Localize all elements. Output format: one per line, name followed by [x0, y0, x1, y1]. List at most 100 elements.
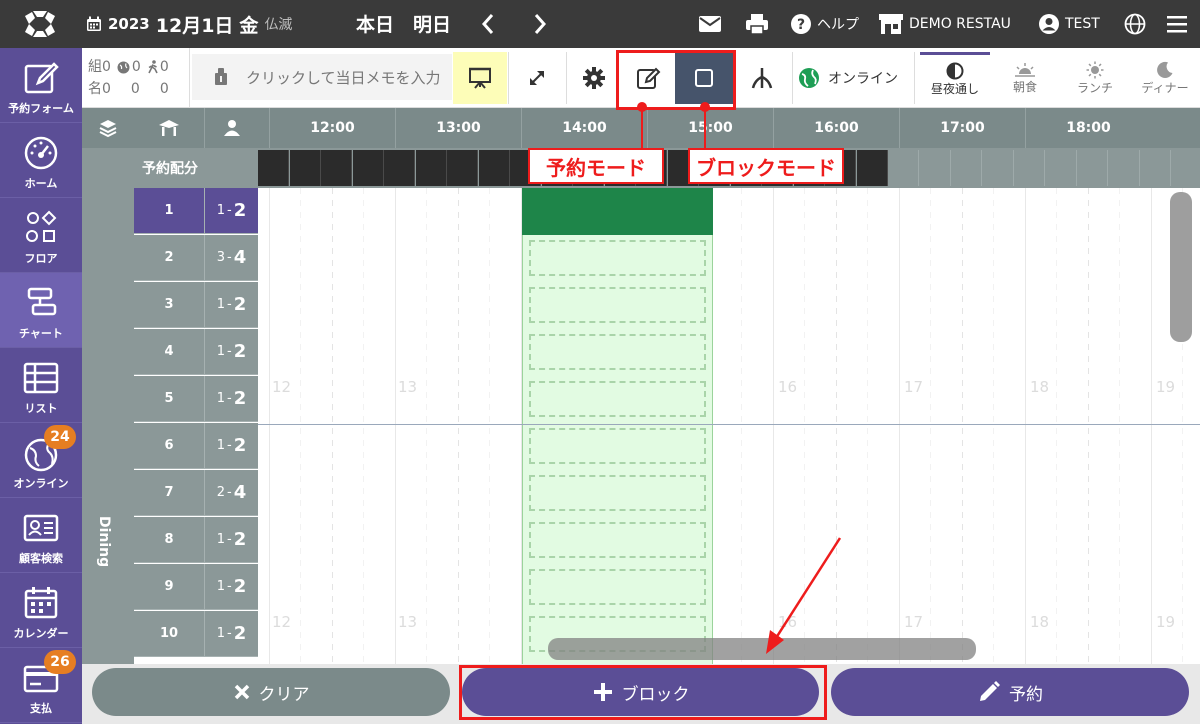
table-number[interactable]: 8: [134, 517, 204, 563]
payment-count-badge: 26: [44, 650, 76, 674]
language-button[interactable]: [1124, 12, 1146, 36]
date-display[interactable]: 2023 12月1日 金 仏滅: [86, 10, 292, 38]
people-total: 0: [102, 81, 111, 97]
annotation-arrow-icon: [766, 537, 842, 654]
meal-tab-label: ディナー: [1141, 80, 1189, 95]
allocation-cell[interactable]: [919, 150, 951, 186]
user-label: TEST: [1065, 16, 1100, 32]
table-number[interactable]: 10: [134, 611, 204, 657]
reserve-label: 予約: [1009, 684, 1043, 705]
chevron-right-icon[interactable]: [530, 10, 550, 38]
print-button[interactable]: [745, 12, 769, 36]
sidebar-item-home[interactable]: ホーム: [0, 123, 82, 198]
allocation-cell[interactable]: [258, 150, 289, 186]
sidebar-item-online[interactable]: 24 オンライン: [0, 423, 82, 498]
allocation-cell[interactable]: [321, 150, 352, 186]
vertical-scrollbar[interactable]: [1170, 192, 1192, 342]
sidebar-item-label: カレンダー: [13, 627, 69, 640]
user-button[interactable]: TEST: [1038, 12, 1100, 36]
allocation-cell[interactable]: [1045, 150, 1077, 186]
allocation-cell[interactable]: [1108, 150, 1140, 186]
table-number[interactable]: 9: [134, 564, 204, 610]
table-row: 61-2: [134, 423, 1200, 470]
allocation-cell[interactable]: [1140, 150, 1171, 186]
table-capacity: 3-4: [204, 235, 258, 281]
table-number[interactable]: 2: [134, 235, 204, 281]
merge-button[interactable]: [735, 52, 789, 104]
online-toggle-button[interactable]: オンライン: [798, 52, 908, 104]
table-number[interactable]: 4: [134, 329, 204, 375]
clear-button[interactable]: クリア: [92, 668, 450, 716]
allocation-cell[interactable]: [384, 150, 415, 186]
allocation-cell[interactable]: [1077, 150, 1108, 186]
expand-icon: [530, 71, 544, 85]
online-label: オンライン: [828, 71, 898, 87]
allocation-cell[interactable]: [352, 150, 384, 186]
sidebar-item-label: フロア: [24, 252, 58, 265]
app-logo-icon[interactable]: [22, 8, 58, 40]
allocation-cell[interactable]: [982, 150, 1014, 186]
sidebar-item-floor[interactable]: フロア: [0, 198, 82, 273]
groups-total: 0: [102, 59, 111, 75]
meal-tab-breakfast[interactable]: 朝食: [990, 52, 1060, 104]
capacity-column-header[interactable]: [204, 108, 258, 148]
table-number[interactable]: 7: [134, 470, 204, 516]
hour-label: 13:00: [395, 108, 521, 148]
allocation-cell[interactable]: [289, 150, 321, 186]
table-number[interactable]: 3: [134, 282, 204, 328]
restaurant-label: DEMO RESTAU: [909, 16, 1011, 32]
merge-icon: [751, 68, 773, 89]
allocation-cell[interactable]: [478, 150, 510, 186]
allocation-cell[interactable]: [447, 150, 478, 186]
table-capacity: 1-2: [204, 282, 258, 328]
allocation-label: 予約配分: [82, 148, 258, 188]
area-name: Dining: [96, 516, 112, 568]
help-button[interactable]: ? ヘルプ: [790, 12, 859, 36]
sidebar-item-calendar[interactable]: カレンダー: [0, 573, 82, 648]
allocation-cell[interactable]: [1014, 150, 1045, 186]
capacity-min: 2: [216, 485, 226, 500]
table-capacity: 1-2: [204, 423, 258, 469]
annotation-dot: [700, 102, 710, 112]
menu-button[interactable]: [1166, 12, 1188, 36]
chevron-left-icon[interactable]: [478, 10, 498, 38]
today-button[interactable]: 本日: [356, 10, 394, 37]
sun-icon: [1086, 61, 1104, 78]
meal-tab-all-day[interactable]: 昼夜通し: [920, 52, 990, 104]
expand-button[interactable]: [510, 52, 564, 104]
sidebar-item-label: リスト: [24, 402, 58, 415]
settings-button[interactable]: [567, 52, 621, 104]
allocation-cell[interactable]: [951, 150, 982, 186]
sidebar-item-chart[interactable]: チャート: [0, 273, 82, 348]
meal-tab-dinner[interactable]: ディナー: [1130, 52, 1200, 104]
tomorrow-button[interactable]: 明日: [413, 10, 451, 37]
mail-button[interactable]: [698, 12, 722, 36]
groups-walkin: 0: [159, 59, 169, 75]
presentation-button[interactable]: [453, 52, 507, 104]
capacity-separator: -: [227, 579, 232, 594]
table-number[interactable]: 1: [134, 188, 204, 234]
sidebar-item-reservation-form[interactable]: 予約フォーム: [0, 48, 82, 123]
sidebar-item-list[interactable]: リスト: [0, 348, 82, 423]
allocation-cell[interactable]: [888, 150, 919, 186]
sidebar-item-payment[interactable]: 26 支払: [0, 648, 82, 723]
meal-tab-lunch[interactable]: ランチ: [1060, 52, 1130, 104]
capacity-max: 4: [233, 482, 247, 503]
table-column-header[interactable]: [134, 108, 204, 148]
meal-tab-label: 朝食: [1012, 79, 1037, 94]
restaurant-button[interactable]: DEMO RESTAU: [878, 12, 1011, 36]
table-number[interactable]: 5: [134, 376, 204, 422]
table-capacity: 1-2: [204, 376, 258, 422]
add-reservation-button[interactable]: 予約: [831, 668, 1189, 716]
allocation-cell[interactable]: [856, 150, 888, 186]
sidebar-item-customer-search[interactable]: 顧客検索: [0, 498, 82, 573]
clear-label: クリア: [258, 684, 310, 705]
allocation-cell[interactable]: [415, 150, 447, 186]
moon-icon: [1157, 61, 1173, 78]
day-memo-input[interactable]: クリックして当日メモを入力: [192, 54, 452, 100]
capacity-separator: -: [227, 438, 232, 453]
table-number[interactable]: 6: [134, 423, 204, 469]
layers-toggle[interactable]: [82, 108, 134, 148]
top-bar: 2023 12月1日 金 仏滅 本日 明日 ? ヘルプ DEMO RESTAU …: [0, 0, 1200, 48]
allocation-cell[interactable]: [1171, 150, 1200, 186]
